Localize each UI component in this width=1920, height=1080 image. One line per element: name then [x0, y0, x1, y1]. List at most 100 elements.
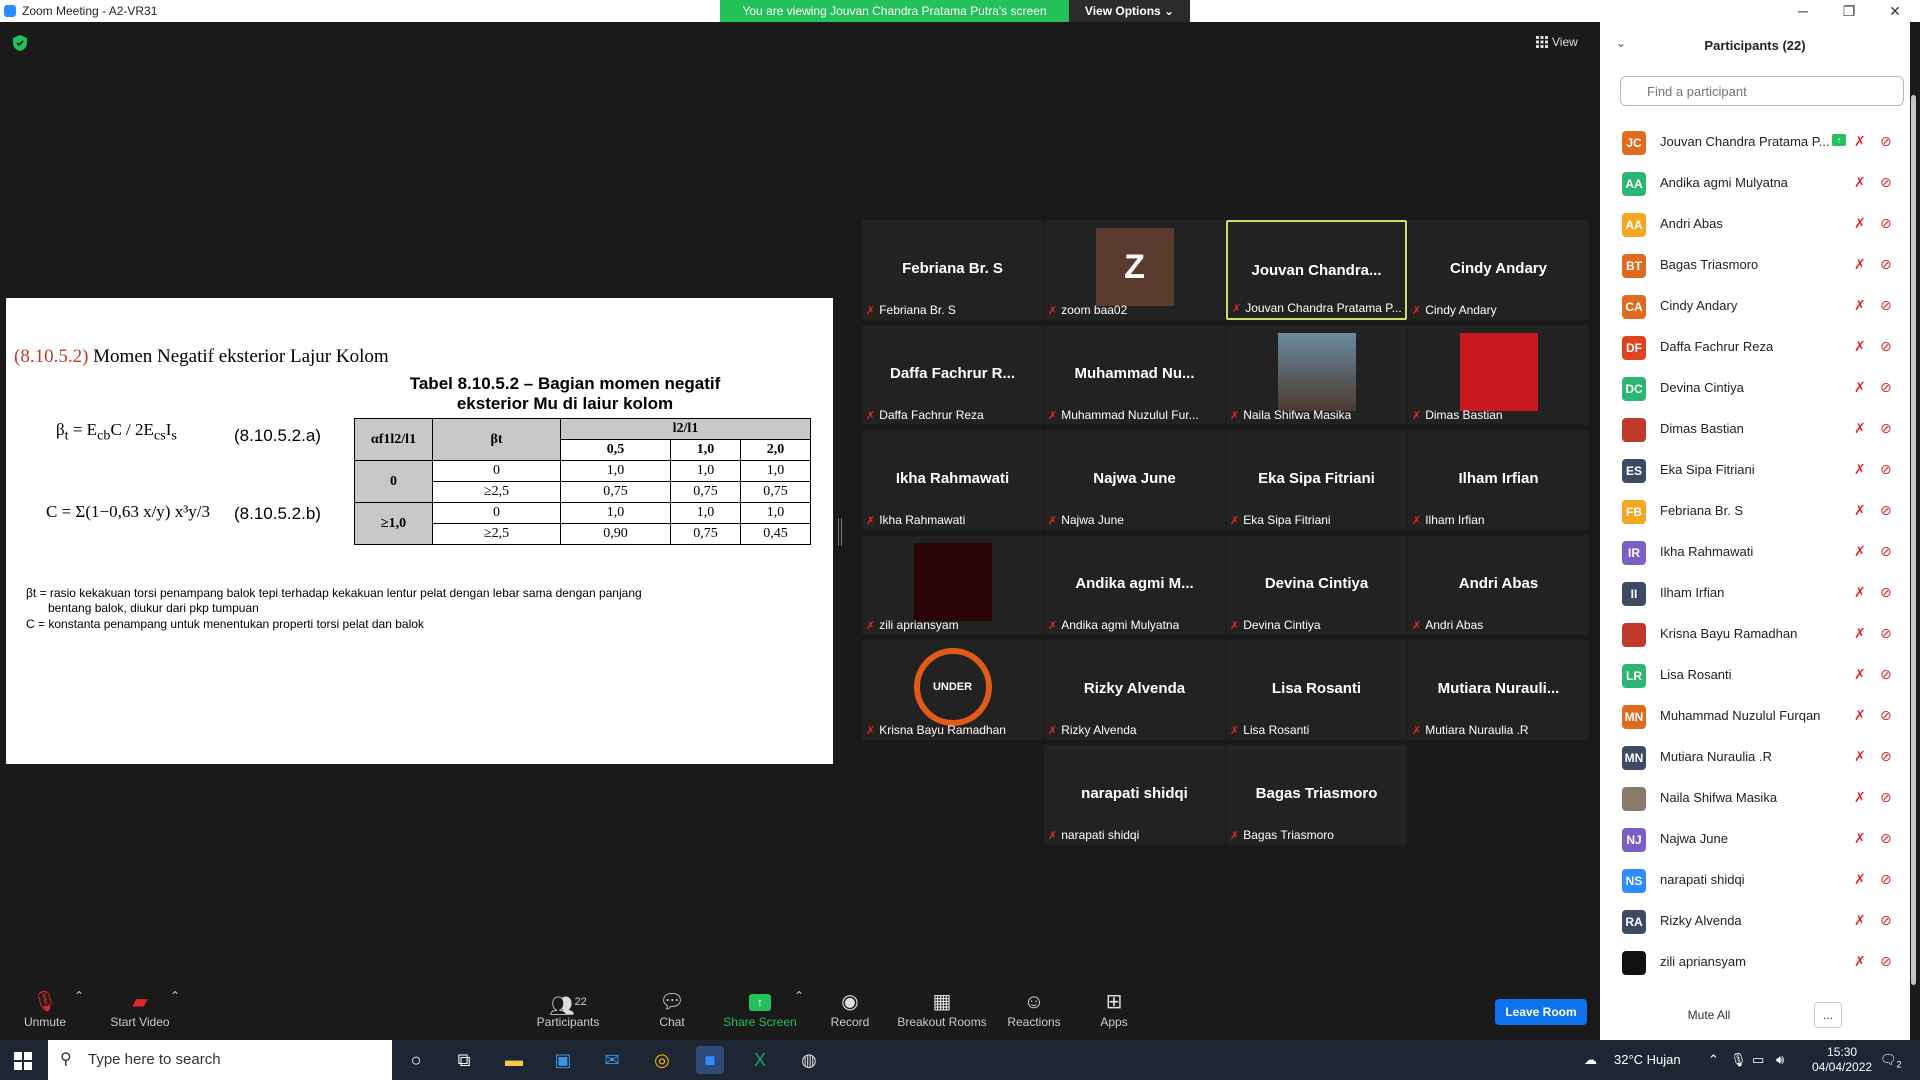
video-tile[interactable]: Eka Sipa Fitriani ✗ Eka Sipa Fitriani — [1226, 430, 1407, 530]
microphone-muted-icon[interactable]: ✗ — [1854, 584, 1866, 601]
participant-row[interactable]: AA Andika agmi Mulyatna ✗ ⊘ — [1600, 163, 1910, 204]
participant-row[interactable]: JC Jouvan Chandra Pratama P... ↑ ✗ ⊘ — [1600, 122, 1910, 163]
video-tile[interactable]: Najwa June ✗ Najwa June — [1044, 430, 1225, 530]
view-options-button[interactable]: View Options ⌄ — [1069, 0, 1190, 22]
cortana-icon[interactable]: ○ — [402, 1046, 430, 1074]
video-off-icon[interactable]: ⊘ — [1880, 584, 1892, 601]
video-off-icon[interactable]: ⊘ — [1880, 461, 1892, 478]
task-view-icon[interactable]: ⧉ — [450, 1046, 478, 1074]
participant-row[interactable]: zili apriansyam ✗ ⊘ — [1600, 942, 1910, 983]
store-icon[interactable]: ▣ — [549, 1046, 577, 1074]
video-off-icon[interactable]: ⊘ — [1880, 748, 1892, 765]
record-button[interactable]: ◉ Record — [824, 989, 876, 1037]
video-off-icon[interactable]: ⊘ — [1880, 625, 1892, 642]
video-off-icon[interactable]: ⊘ — [1880, 953, 1892, 970]
participant-row[interactable]: ES Eka Sipa Fitriani ✗ ⊘ — [1600, 450, 1910, 491]
microphone-muted-icon[interactable]: ✗ — [1854, 707, 1866, 724]
start-video-button[interactable]: ▰ Start Video — [104, 989, 176, 1037]
mic-tray-icon[interactable]: 🎙︎ — [1730, 1040, 1747, 1080]
microphone-muted-icon[interactable]: ✗ — [1854, 666, 1866, 683]
video-tile[interactable]: Devina Cintiya ✗ Devina Cintiya — [1226, 535, 1407, 635]
audio-options-caret-icon[interactable]: ⌃ — [74, 989, 84, 1037]
participant-row[interactable]: Naila Shifwa Masika ✗ ⊘ — [1600, 778, 1910, 819]
video-tile[interactable]: Jouvan Chandra... ✗ Jouvan Chandra Pratama… — [1226, 220, 1407, 320]
weather-text[interactable]: 32°C Hujan — [1614, 1040, 1681, 1080]
microphone-muted-icon[interactable]: ✗ — [1854, 871, 1866, 888]
network-icon[interactable]: ▭ — [1752, 1040, 1764, 1080]
leave-room-button[interactable]: Leave Room — [1495, 999, 1587, 1025]
participant-row[interactable]: DF Daffa Fachrur Reza ✗ ⊘ — [1600, 327, 1910, 368]
notification-icon[interactable]: 🗨︎2 — [1880, 1040, 1902, 1080]
video-tile[interactable]: Bagas Triasmoro ✗ Bagas Triasmoro — [1226, 745, 1407, 845]
video-tile[interactable]: UNDER ✗ Krisna Bayu Ramadhan — [862, 640, 1043, 740]
participant-row[interactable]: NS narapati shidqi ✗ ⊘ — [1600, 860, 1910, 901]
video-tile[interactable]: Febriana Br. S ✗ Febriana Br. S — [862, 220, 1043, 320]
volume-icon[interactable]: 🔊︎ — [1776, 1040, 1784, 1080]
microphone-muted-icon[interactable]: ✗ — [1854, 338, 1866, 355]
mute-all-button[interactable]: Mute All — [1666, 1002, 1752, 1028]
video-tile[interactable]: Cindy Andary ✗ Cindy Andary — [1408, 220, 1589, 320]
video-tile[interactable]: Rizky Alvenda ✗ Rizky Alvenda — [1044, 640, 1225, 740]
video-off-icon[interactable]: ⊘ — [1880, 338, 1892, 355]
video-off-icon[interactable]: ⊘ — [1880, 420, 1892, 437]
split-divider-handle[interactable] — [838, 518, 842, 546]
windows-start-icon[interactable] — [14, 1052, 32, 1070]
video-off-icon[interactable]: ⊘ — [1880, 830, 1892, 847]
participant-search-input[interactable] — [1620, 76, 1904, 106]
microphone-muted-icon[interactable]: ✗ — [1854, 912, 1866, 929]
video-tile[interactable]: Muhammad Nu... ✗ Muhammad Nuzulul Fur... — [1044, 325, 1225, 425]
participant-row[interactable]: BT Bagas Triasmoro ✗ ⊘ — [1600, 245, 1910, 286]
participant-row[interactable]: CA Cindy Andary ✗ ⊘ — [1600, 286, 1910, 327]
participant-row[interactable]: AA Andri Abas ✗ ⊘ — [1600, 204, 1910, 245]
apps-button[interactable]: ⊞ Apps — [1094, 989, 1134, 1037]
video-off-icon[interactable]: ⊘ — [1880, 912, 1892, 929]
video-off-icon[interactable]: ⊘ — [1880, 871, 1892, 888]
video-tile[interactable]: Mutiara Nurauli... ✗ Mutiara Nuraulia .R — [1408, 640, 1589, 740]
participant-scrollbar[interactable] — [1911, 95, 1916, 985]
microphone-muted-icon[interactable]: ✗ — [1854, 256, 1866, 273]
microphone-muted-icon[interactable]: ✗ — [1854, 543, 1866, 560]
participant-row[interactable]: DC Devina Cintiya ✗ ⊘ — [1600, 368, 1910, 409]
participant-row[interactable]: Krisna Bayu Ramadhan ✗ ⊘ — [1600, 614, 1910, 655]
taskbar-search[interactable]: ⚲ Type here to search — [48, 1040, 392, 1080]
video-off-icon[interactable]: ⊘ — [1880, 215, 1892, 232]
security-shield-icon[interactable] — [12, 34, 28, 52]
video-off-icon[interactable]: ⊘ — [1880, 174, 1892, 191]
microphone-muted-icon[interactable]: ✗ — [1854, 830, 1866, 847]
video-tile[interactable]: ✗ Naila Shifwa Masika — [1226, 325, 1407, 425]
microphone-muted-icon[interactable]: ✗ — [1854, 420, 1866, 437]
file-explorer-icon[interactable]: ▬ — [500, 1046, 528, 1074]
video-tile[interactable]: Andri Abas ✗ Andri Abas — [1408, 535, 1589, 635]
video-off-icon[interactable]: ⊘ — [1880, 502, 1892, 519]
video-options-caret-icon[interactable]: ⌃ — [170, 989, 180, 1037]
participant-row[interactable]: II Ilham Irfian ✗ ⊘ — [1600, 573, 1910, 614]
participant-row[interactable]: MN Muhammad Nuzulul Furqan ✗ ⊘ — [1600, 696, 1910, 737]
mail-icon[interactable]: ✉ — [598, 1046, 626, 1074]
participant-row[interactable]: IR Ikha Rahmawati ✗ ⊘ — [1600, 532, 1910, 573]
share-options-caret-icon[interactable]: ⌃ — [794, 989, 804, 1037]
participant-row[interactable]: Dimas Bastian ✗ ⊘ — [1600, 409, 1910, 450]
video-tile[interactable]: Ilham Irfian ✗ Ilham Irfian — [1408, 430, 1589, 530]
video-off-icon[interactable]: ⊘ — [1880, 789, 1892, 806]
microphone-muted-icon[interactable]: ✗ — [1854, 174, 1866, 191]
minimize-icon[interactable]: ─ — [1780, 0, 1826, 22]
weather-icon[interactable]: ☁ — [1584, 1040, 1597, 1080]
chat-button[interactable]: 💬︎ Chat — [648, 989, 696, 1037]
zoom-app-icon[interactable]: ■ — [696, 1046, 724, 1074]
video-tile[interactable]: narapati shidqi ✗ narapati shidqi — [1044, 745, 1225, 845]
video-tile[interactable]: Z ✗ zoom baa02 — [1044, 220, 1225, 320]
video-tile[interactable]: Andika agmi M... ✗ Andika agmi Mulyatna — [1044, 535, 1225, 635]
video-tile[interactable]: Daffa Fachrur R... ✗ Daffa Fachrur Reza — [862, 325, 1043, 425]
share-screen-button[interactable]: ↑ Share Screen — [720, 989, 800, 1037]
microphone-muted-icon[interactable]: ✗ — [1854, 502, 1866, 519]
video-tile[interactable]: Ikha Rahmawati ✗ Ikha Rahmawati — [862, 430, 1043, 530]
video-off-icon[interactable]: ⊘ — [1880, 707, 1892, 724]
video-off-icon[interactable]: ⊘ — [1880, 256, 1892, 273]
participant-row[interactable]: RA Rizky Alvenda ✗ ⊘ — [1600, 901, 1910, 942]
microphone-muted-icon[interactable]: ✗ — [1854, 215, 1866, 232]
participant-row[interactable]: LR Lisa Rosanti ✗ ⊘ — [1600, 655, 1910, 696]
video-off-icon[interactable]: ⊘ — [1880, 379, 1892, 396]
video-tile[interactable]: ✗ zili apriansyam — [862, 535, 1043, 635]
view-layout-button[interactable]: View — [1536, 31, 1592, 53]
microphone-muted-icon[interactable]: ✗ — [1854, 379, 1866, 396]
